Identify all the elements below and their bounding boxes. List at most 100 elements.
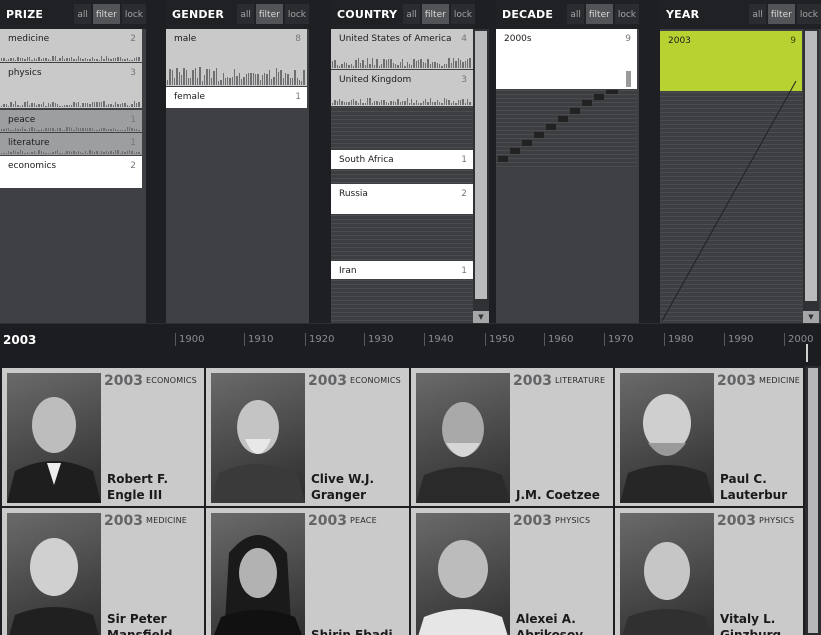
- histogram-bar: [220, 80, 222, 85]
- decade-filter-button[interactable]: filter: [585, 4, 613, 24]
- histogram-bar: [448, 58, 450, 68]
- country-item-usa[interactable]: United States of America 4: [331, 29, 473, 69]
- histogram-bar: [56, 150, 59, 154]
- histogram-bar: [294, 70, 296, 85]
- histogram-bar: [455, 103, 457, 105]
- year-lock-button[interactable]: lock: [796, 4, 821, 24]
- laureate-card[interactable]: 2003 MEDICINE Paul C. Lauterbur: [615, 368, 803, 506]
- histogram-bar: [432, 101, 434, 105]
- prize-item-economics[interactable]: economics 2: [0, 156, 142, 188]
- histogram-bar: [136, 152, 138, 154]
- histogram-bar: [73, 151, 75, 154]
- histogram-bar: [17, 129, 19, 131]
- country-item-iran[interactable]: Iran 1: [331, 261, 473, 279]
- histogram-bar: [108, 103, 110, 107]
- scroll-down-arrow-icon[interactable]: ▼: [473, 311, 489, 323]
- country-scrollbar[interactable]: ▼: [473, 29, 489, 323]
- histogram-bar: [33, 127, 35, 131]
- scroll-down-arrow-icon[interactable]: ▼: [803, 311, 819, 323]
- histogram: [88, 182, 141, 187]
- histogram-bar: [180, 74, 183, 85]
- country-item-russia[interactable]: Russia 2: [331, 184, 473, 214]
- timeline-marker[interactable]: [806, 344, 808, 362]
- country-item-uk[interactable]: United Kingdom 3: [331, 70, 473, 106]
- histogram-bar: [373, 101, 376, 105]
- histogram-bar: [98, 59, 101, 61]
- histogram-bar: [63, 104, 66, 107]
- prize-all-button[interactable]: all: [74, 4, 91, 24]
- country-item-south-africa[interactable]: South Africa 1: [331, 150, 473, 169]
- histogram-bar: [129, 150, 131, 154]
- laureate-card[interactable]: 2003 PHYSICS Vitaly L. Ginzburg: [615, 508, 803, 635]
- histogram-bar: [126, 104, 129, 107]
- laureate-card[interactable]: 2003 LITERATURE J.M. Coetzee: [411, 368, 613, 506]
- country-item-label: South Africa: [339, 155, 394, 165]
- histogram-bar: [61, 56, 63, 61]
- histogram-bar: [101, 56, 103, 61]
- laureate-card[interactable]: 2003 PEACE Shirin Ebadi: [206, 508, 409, 635]
- histogram-bar: [54, 56, 56, 61]
- country-all-button[interactable]: all: [403, 4, 420, 24]
- decade-item-2000s[interactable]: 2000s 9: [496, 29, 637, 89]
- year-diagonal: [661, 80, 797, 322]
- histogram-bar: [63, 59, 66, 61]
- histogram-bar: [455, 60, 457, 68]
- prize-lock-button[interactable]: lock: [121, 4, 146, 24]
- histogram-bar: [378, 65, 380, 68]
- year-scrollbar-thumb[interactable]: [805, 31, 817, 301]
- portrait-photo: [620, 513, 714, 635]
- histogram-bar: [68, 127, 70, 131]
- histogram-bar: [19, 128, 21, 131]
- histogram-bar: [392, 100, 394, 105]
- histogram-bar: [115, 101, 117, 107]
- year-all-button[interactable]: all: [749, 4, 766, 24]
- histogram-bar: [5, 152, 7, 154]
- histogram-bar: [352, 99, 355, 105]
- histogram-bar: [84, 128, 87, 131]
- gender-all-button[interactable]: all: [237, 4, 254, 24]
- histogram-bar: [45, 105, 47, 107]
- histogram-bar: [425, 99, 427, 105]
- laureate-card[interactable]: 2003 ECONOMICS Robert F. Engle III: [2, 368, 204, 506]
- histogram-bar: [12, 104, 14, 107]
- gender-item-female[interactable]: female 1: [166, 87, 307, 108]
- laureate-card[interactable]: 2003 MEDICINE Sir Peter Mansfield: [2, 508, 204, 635]
- card-name-line2: Mansfield: [107, 628, 173, 635]
- prize-item-medicine[interactable]: medicine 2: [0, 29, 142, 62]
- histogram-bar: [28, 153, 31, 154]
- decade-all-button[interactable]: all: [567, 4, 584, 24]
- histogram-bar: [103, 101, 105, 107]
- laureate-card[interactable]: 2003 PHYSICS Alexei A. Abrikosov: [411, 508, 613, 635]
- prize-item-label: physics: [8, 68, 42, 78]
- grid-scrollbar-thumb[interactable]: [808, 368, 818, 633]
- histogram-bar: [124, 59, 126, 61]
- prize-item-literature[interactable]: literature 1: [0, 133, 142, 155]
- year-filter-button[interactable]: filter: [767, 4, 795, 24]
- histogram-bar: [73, 102, 75, 107]
- decade-item-label: 2000s: [504, 34, 532, 44]
- laureate-card[interactable]: 2003 ECONOMICS Clive W.J. Granger: [206, 368, 409, 506]
- country-lock-button[interactable]: lock: [450, 4, 475, 24]
- gender-item-male[interactable]: male 8: [166, 29, 307, 86]
- histogram-bar: [338, 99, 341, 105]
- gender-filter-button[interactable]: filter: [255, 4, 283, 24]
- decade-lock-button[interactable]: lock: [614, 4, 639, 24]
- prize-item-peace[interactable]: peace 1: [0, 110, 142, 132]
- grid-scrollbar[interactable]: [805, 366, 821, 635]
- histogram-bar: [397, 65, 399, 68]
- histogram-bar: [56, 103, 59, 107]
- histogram-bar: [392, 62, 394, 68]
- country-filter-button[interactable]: filter: [421, 4, 449, 24]
- gender-lock-button[interactable]: lock: [284, 4, 309, 24]
- histogram-bar: [70, 152, 73, 154]
- year-scrollbar[interactable]: ▼: [803, 29, 819, 323]
- prize-filter-button[interactable]: filter: [92, 4, 120, 24]
- country-scrollbar-thumb[interactable]: [475, 31, 487, 299]
- card-prize: PHYSICS: [555, 516, 591, 525]
- histogram-bar: [5, 59, 7, 61]
- histogram-bar: [273, 77, 275, 85]
- histogram-bar: [366, 58, 369, 68]
- prize-item-physics[interactable]: physics 3: [0, 63, 142, 108]
- timeline-bar[interactable]: 2003 1900 1910 1920 1930 1940 1950 1960 …: [0, 323, 821, 366]
- portrait-photo: [416, 373, 510, 503]
